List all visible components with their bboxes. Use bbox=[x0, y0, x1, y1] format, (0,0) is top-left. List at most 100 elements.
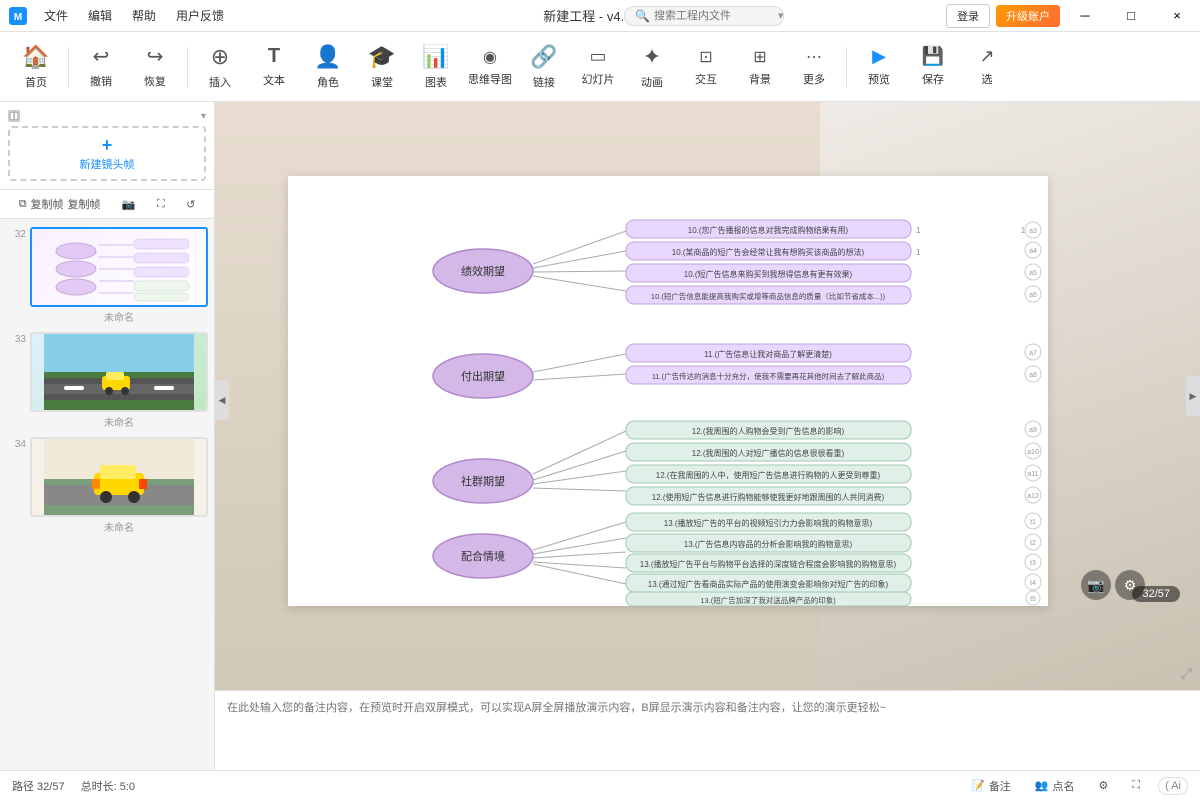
tool-more[interactable]: ⋯ 更多 bbox=[788, 36, 840, 98]
search-input[interactable] bbox=[654, 10, 774, 22]
svg-text:付出期望: 付出期望 bbox=[461, 369, 505, 383]
notes-button[interactable]: 📝 备注 bbox=[965, 776, 1017, 796]
sidebar-scroll-down[interactable]: ▾ bbox=[201, 111, 206, 122]
tool-role[interactable]: 👤 角色 bbox=[302, 36, 354, 98]
notes-icon: 📝 bbox=[971, 779, 985, 792]
maximize-button[interactable]: □ bbox=[1108, 0, 1154, 32]
tool-save-label: 保存 bbox=[922, 71, 944, 87]
fullscreen-btn[interactable]: ⛶ bbox=[157, 196, 165, 212]
tool-link[interactable]: 🔗 链接 bbox=[518, 36, 570, 98]
tool-anim-label: 动画 bbox=[641, 74, 663, 90]
search-icon: 🔍 bbox=[635, 9, 650, 23]
upgrade-button[interactable]: 升级账户 bbox=[996, 5, 1060, 27]
left-collapse-button[interactable]: ◀ bbox=[215, 380, 229, 420]
total-label: 总时长: 5:0 bbox=[81, 778, 135, 794]
notes-input[interactable] bbox=[227, 699, 1188, 759]
expand-icon: ⤢ bbox=[1181, 665, 1192, 681]
search-box[interactable]: 🔍 ▾ bbox=[624, 6, 784, 26]
minimize-button[interactable]: ─ bbox=[1062, 0, 1108, 32]
menu-help[interactable]: 帮助 bbox=[124, 3, 164, 28]
ai-label: ( Ai bbox=[1165, 780, 1181, 792]
svg-text:社群期望: 社群期望 bbox=[461, 474, 505, 488]
slide-thumb-32[interactable] bbox=[30, 227, 208, 307]
undo-icon: ↩ bbox=[93, 44, 110, 69]
slide-item-34[interactable]: 34 bbox=[4, 433, 210, 538]
points-icon: 👥 bbox=[1035, 779, 1049, 792]
settings-status-icon: ⚙ bbox=[1099, 779, 1109, 792]
right-toggle-button[interactable]: ▶ bbox=[1186, 376, 1200, 416]
statusbar: 路径 32/57 总时长: 5:0 📝 备注 👥 点名 ⚙ ⛶ ( Ai bbox=[0, 770, 1200, 800]
svg-text:a12: a12 bbox=[1027, 493, 1039, 500]
settings-status-btn[interactable]: ⚙ bbox=[1093, 777, 1115, 794]
tool-redo[interactable]: ↪ 恢复 bbox=[129, 36, 181, 98]
rotate-icon: ↺ bbox=[186, 198, 195, 211]
tool-bg-label: 背景 bbox=[749, 71, 771, 87]
expand-notes-button[interactable]: ⤢ bbox=[1181, 665, 1192, 682]
toolbar-sep-2 bbox=[187, 47, 188, 87]
tool-chart[interactable]: 📊 图表 bbox=[410, 36, 462, 98]
tool-home[interactable]: 🏠 首页 bbox=[10, 36, 62, 98]
anim-icon: ✦ bbox=[643, 44, 661, 70]
tool-bg[interactable]: ⊞ 背景 bbox=[734, 36, 786, 98]
main-area: ▾ + 新建镜头帧 ⧉ 复制帧 复制帧 📷 ⛶ ↺ bbox=[0, 102, 1200, 770]
camera-btn[interactable]: 📷 bbox=[122, 196, 136, 212]
ai-indicator[interactable]: ( Ai bbox=[1158, 777, 1188, 795]
menu-file[interactable]: 文件 bbox=[36, 3, 76, 28]
close-button[interactable]: × bbox=[1154, 0, 1200, 32]
svg-text:12.(我周围的人购物会受到广告信息的影响): 12.(我周围的人购物会受到广告信息的影响) bbox=[691, 426, 844, 436]
svg-text:t1: t1 bbox=[1030, 519, 1036, 526]
svg-text:配合情境: 配合情境 bbox=[461, 549, 505, 563]
fullscreen-status-btn[interactable]: ⛶ bbox=[1126, 777, 1146, 794]
rotate-btn[interactable]: ↺ bbox=[186, 196, 195, 212]
sidebar: ▾ + 新建镜头帧 ⧉ 复制帧 复制帧 📷 ⛶ ↺ bbox=[0, 102, 215, 770]
insert-icon: ⊕ bbox=[211, 44, 229, 70]
notes-label: 备注 bbox=[989, 778, 1011, 794]
frame-tool-1[interactable] bbox=[8, 110, 20, 122]
tool-preview[interactable]: ▶ 预览 bbox=[853, 36, 905, 98]
canvas-settings-icon[interactable]: ⚙ bbox=[1115, 570, 1145, 600]
menu-edit[interactable]: 编辑 bbox=[80, 3, 120, 28]
tool-chart-label: 图表 bbox=[425, 74, 447, 90]
svg-text:a8: a8 bbox=[1029, 372, 1037, 379]
tool-interact[interactable]: ⊡ 交互 bbox=[680, 36, 732, 98]
tool-text[interactable]: T 文本 bbox=[248, 36, 300, 98]
new-frame-section: ▾ + 新建镜头帧 bbox=[0, 102, 214, 190]
tool-mindmap[interactable]: ◉ 思维导图 bbox=[464, 36, 516, 98]
tool-undo[interactable]: ↩ 撤销 bbox=[75, 36, 127, 98]
points-button[interactable]: 👥 点名 bbox=[1029, 776, 1081, 796]
tool-anim[interactable]: ✦ 动画 bbox=[626, 36, 678, 98]
fullscreen-icon: ⛶ bbox=[157, 198, 165, 211]
plus-icon: + bbox=[102, 135, 113, 156]
menu-feedback[interactable]: 用户反馈 bbox=[168, 3, 232, 28]
svg-text:12.(在我周围的人中，使用短广告信息进行购物的人更受到尊重: 12.(在我周围的人中，使用短广告信息进行购物的人更受到尊重) bbox=[655, 470, 880, 480]
tool-slide[interactable]: ▭ 幻灯片 bbox=[572, 36, 624, 98]
copy-text: 复制帧 bbox=[68, 196, 101, 212]
slide-num-33: 33 bbox=[6, 332, 26, 345]
slide-num-34: 34 bbox=[6, 437, 26, 450]
svg-text:1: 1 bbox=[916, 226, 921, 235]
svg-text:13.(短广告加深了我对送品牌产品的印象): 13.(短广告加深了我对送品牌产品的印象) bbox=[700, 595, 836, 605]
canvas-area[interactable]: 绩效期望 付出期望 社群期望 配合情境 bbox=[215, 102, 1200, 690]
slide-item-33[interactable]: 33 bbox=[4, 328, 210, 433]
tool-save[interactable]: 💾 保存 bbox=[907, 36, 959, 98]
camera-icon: 📷 bbox=[1087, 577, 1104, 594]
login-button[interactable]: 登录 bbox=[946, 4, 990, 28]
copy-frame-btn[interactable]: ⧉ 复制帧 复制帧 bbox=[19, 196, 101, 212]
svg-text:10.(某商品的短广告会经常让我有想购买该商品的想法): 10.(某商品的短广告会经常让我有想购买该商品的想法) bbox=[671, 247, 864, 257]
role-icon: 👤 bbox=[314, 44, 341, 70]
svg-text:a3: a3 bbox=[1029, 228, 1037, 235]
tool-link-label: 链接 bbox=[533, 74, 555, 90]
canvas-camera-icon[interactable]: 📷 bbox=[1081, 570, 1111, 600]
slide-thumb-34[interactable] bbox=[30, 437, 208, 517]
new-frame-button[interactable]: + 新建镜头帧 bbox=[8, 126, 206, 181]
tool-select[interactable]: ↗ 选 bbox=[961, 36, 1013, 98]
copy-label: 复制帧 bbox=[31, 196, 64, 212]
slide-item-32[interactable]: 32 bbox=[4, 223, 210, 328]
tool-class[interactable]: 🎓 课堂 bbox=[356, 36, 408, 98]
tool-insert[interactable]: ⊕ 插入 bbox=[194, 36, 246, 98]
new-frame-label: 新建镜头帧 bbox=[80, 156, 135, 172]
slide-thumb-33[interactable] bbox=[30, 332, 208, 412]
slide-label-34: 未命名 bbox=[30, 519, 208, 534]
search-dropdown-icon[interactable]: ▾ bbox=[778, 9, 784, 22]
slide-label-32: 未命名 bbox=[30, 309, 208, 324]
